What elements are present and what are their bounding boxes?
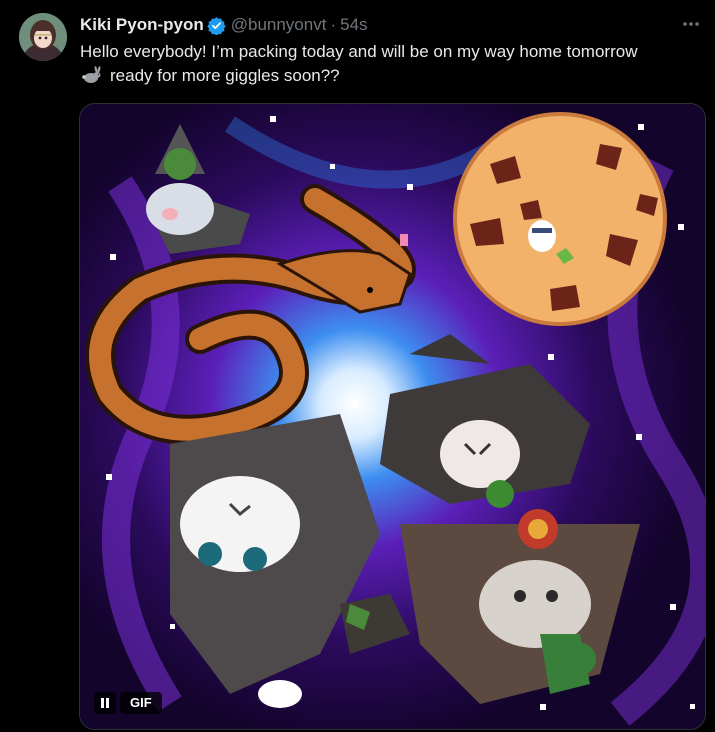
avatar[interactable] [19, 13, 67, 61]
gif-media[interactable]: GIF [79, 103, 706, 730]
rabbit-icon [80, 66, 104, 84]
more-options-button[interactable] [678, 12, 704, 36]
tweet-text-line-2-text: ready for more giggles soon?? [110, 66, 340, 85]
pause-button[interactable] [94, 692, 116, 714]
tweet-header: Kiki Pyon-pyon @bunnyonvt · 54s [80, 14, 368, 36]
user-handle[interactable]: @bunnyonvt [231, 15, 327, 35]
gif-artwork [80, 104, 705, 729]
tweet-text-line-2: ready for more giggles soon?? [80, 64, 708, 88]
separator-dot: · [330, 15, 337, 34]
tweet-text: Hello everybody! I’m packing today and w… [80, 40, 708, 88]
timestamp[interactable]: 54s [340, 15, 367, 35]
verified-badge-icon[interactable] [207, 16, 226, 36]
more-icon [683, 22, 699, 26]
avatar-image [19, 13, 67, 61]
display-name[interactable]: Kiki Pyon-pyon [80, 15, 204, 35]
pause-icon [101, 698, 109, 708]
tweet-text-line-1: Hello everybody! I’m packing today and w… [80, 42, 638, 61]
gif-badge: GIF [120, 692, 162, 714]
cookie [453, 112, 667, 326]
tweet[interactable]: Kiki Pyon-pyon @bunnyonvt · 54s Hello ev… [0, 0, 715, 732]
